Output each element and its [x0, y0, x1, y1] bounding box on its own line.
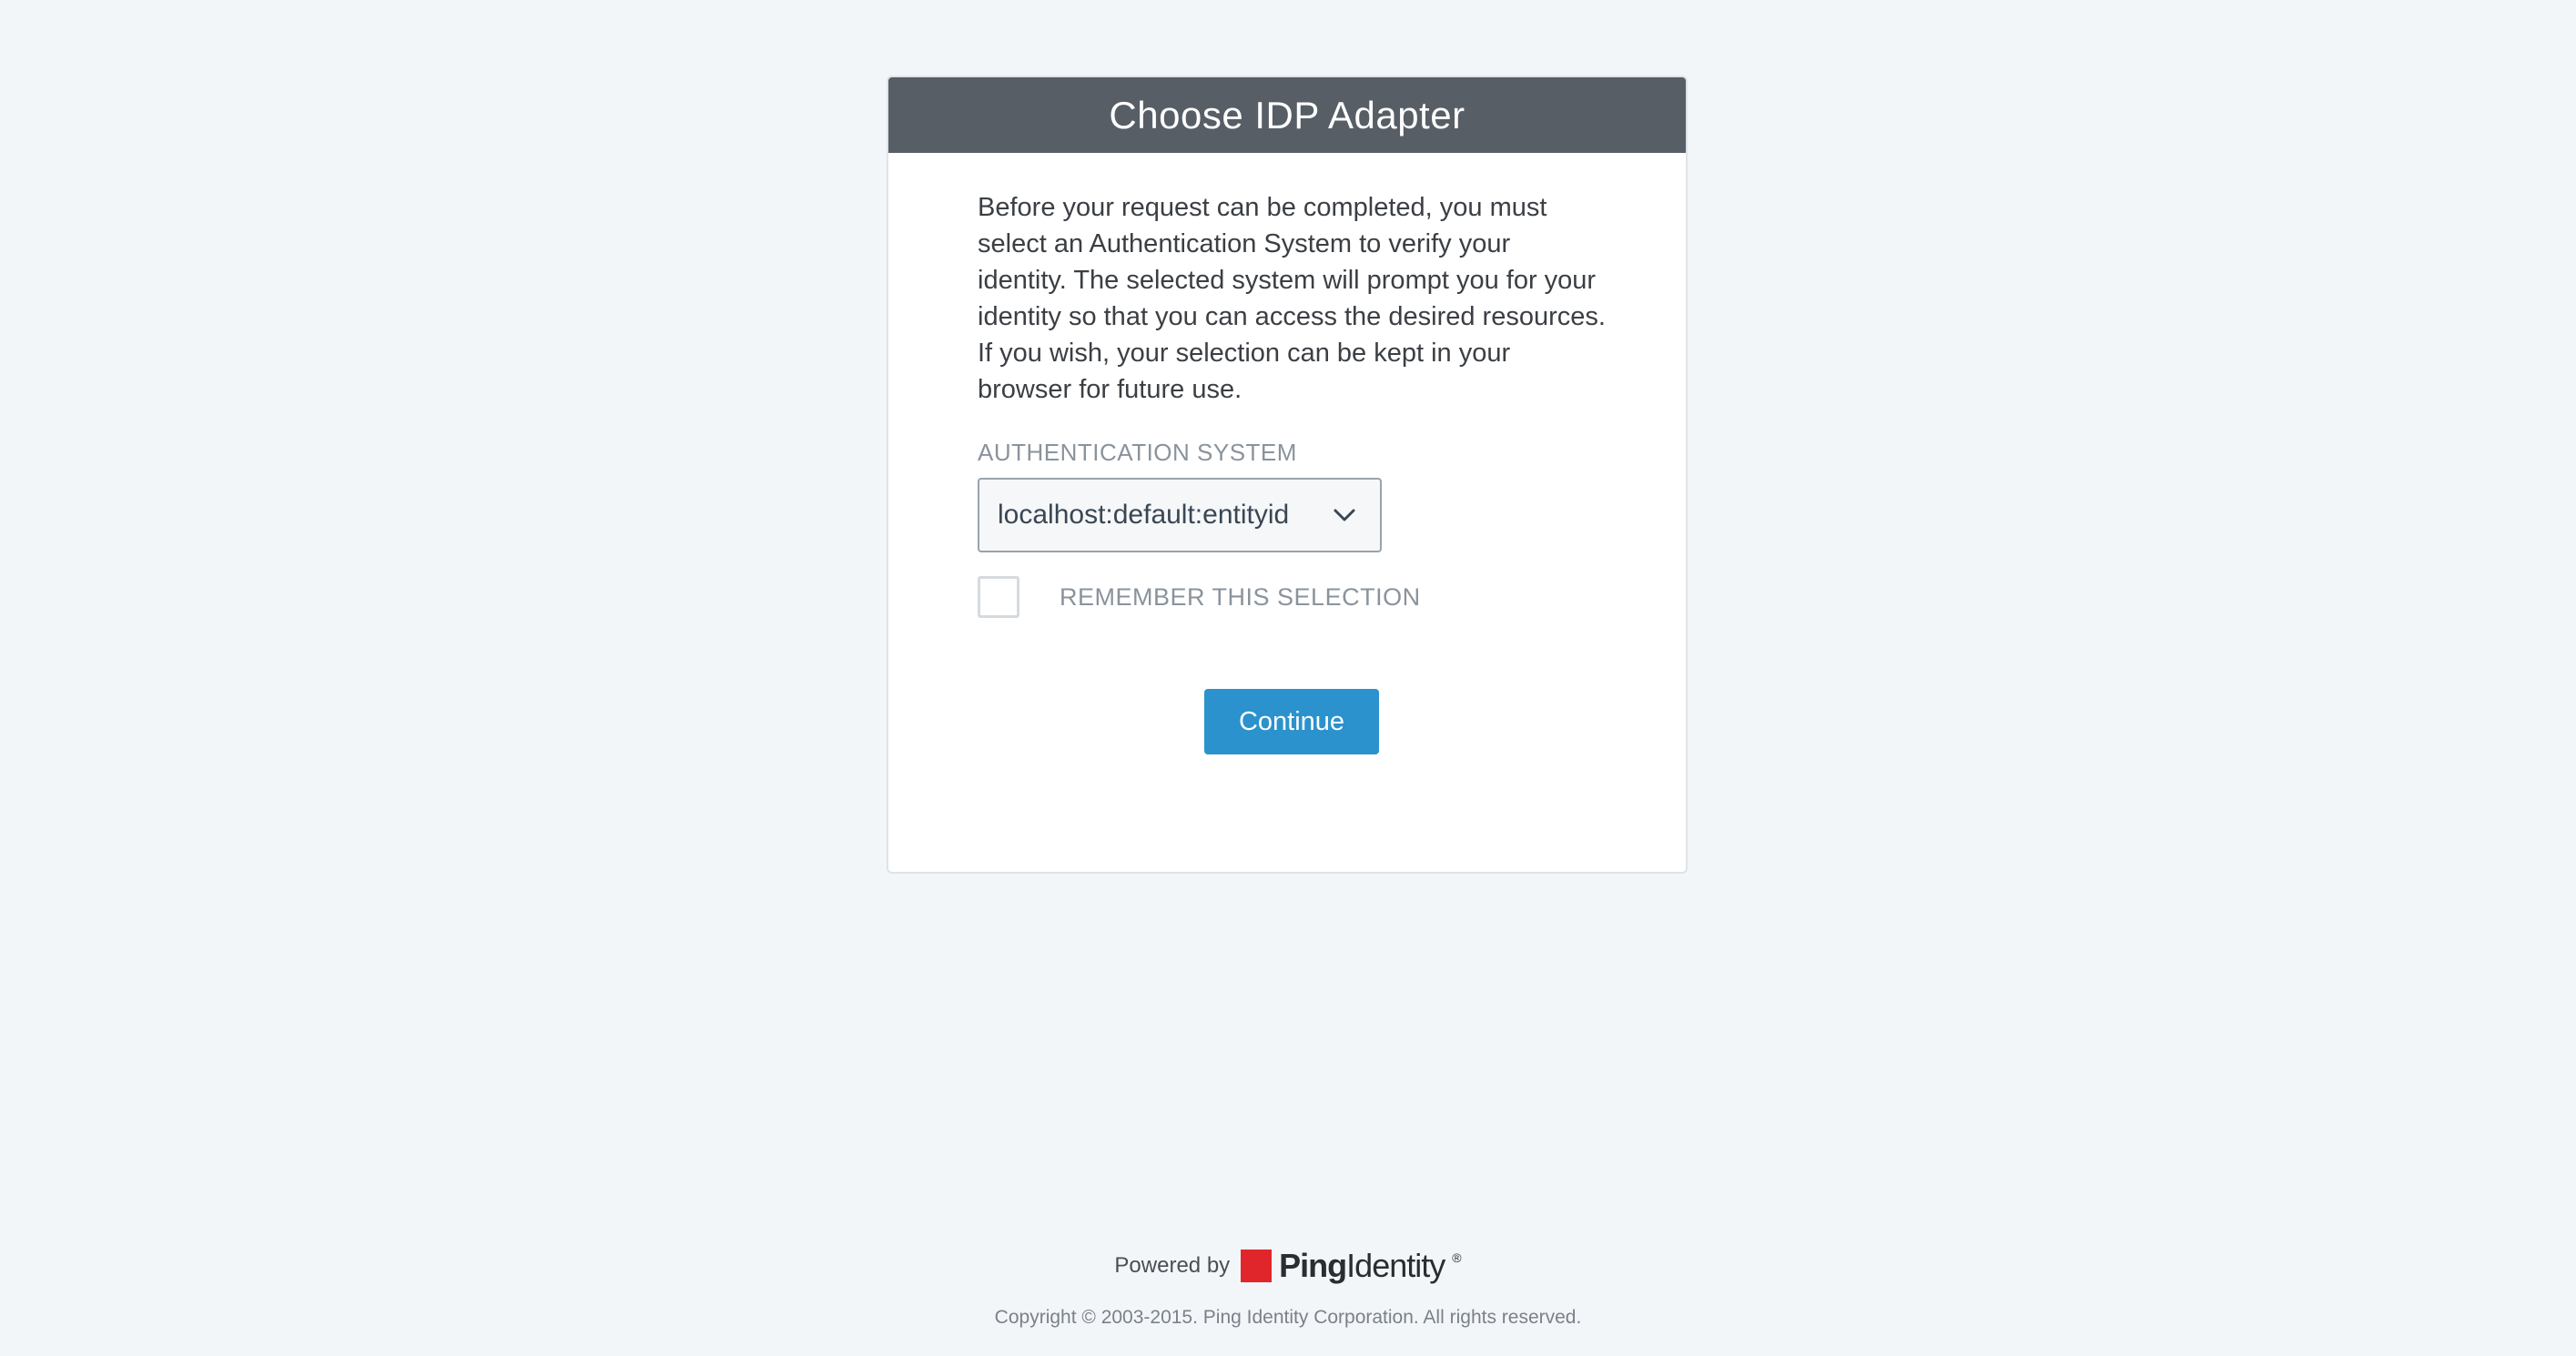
brand-identity: Identity	[1346, 1247, 1445, 1284]
powered-by-text: Powered by	[1114, 1253, 1231, 1278]
authentication-system-label: AUTHENTICATION SYSTEM	[978, 439, 1297, 466]
idp-adapter-dialog: Choose IDP Adapter Before your request c…	[887, 76, 1688, 874]
brand-ping: Ping	[1279, 1247, 1347, 1284]
chevron-down-icon	[1331, 501, 1358, 529]
select-value: localhost:default:entityid	[998, 500, 1290, 530]
authentication-system-select[interactable]: localhost:default:entityid	[978, 478, 1382, 552]
remember-selection-row: REMEMBER THIS SELECTION	[978, 576, 1606, 618]
intro-text: Before your request can be completed, yo…	[978, 193, 1606, 404]
remember-selection-label[interactable]: REMEMBER THIS SELECTION	[1060, 583, 1421, 612]
page: Choose IDP Adapter Before your request c…	[0, 0, 2576, 1356]
continue-button[interactable]: Continue	[1204, 689, 1379, 754]
powered-by-badge: Powered by PingIdentity ®	[1114, 1247, 1461, 1285]
button-row: Continue	[978, 689, 1606, 754]
registered-mark: ®	[1452, 1250, 1462, 1265]
dialog-title: Choose IDP Adapter	[1109, 93, 1465, 137]
dialog-body: Before your request can be completed, yo…	[888, 153, 1606, 754]
remember-selection-checkbox[interactable]	[978, 576, 1019, 618]
footer: Powered by PingIdentity ® Copyright © 20…	[0, 1247, 2576, 1329]
copyright-text: Copyright © 2003-2015. Ping Identity Cor…	[994, 1307, 1582, 1328]
dialog-header: Choose IDP Adapter	[888, 77, 1686, 153]
ping-identity-logo-icon	[1241, 1250, 1273, 1282]
